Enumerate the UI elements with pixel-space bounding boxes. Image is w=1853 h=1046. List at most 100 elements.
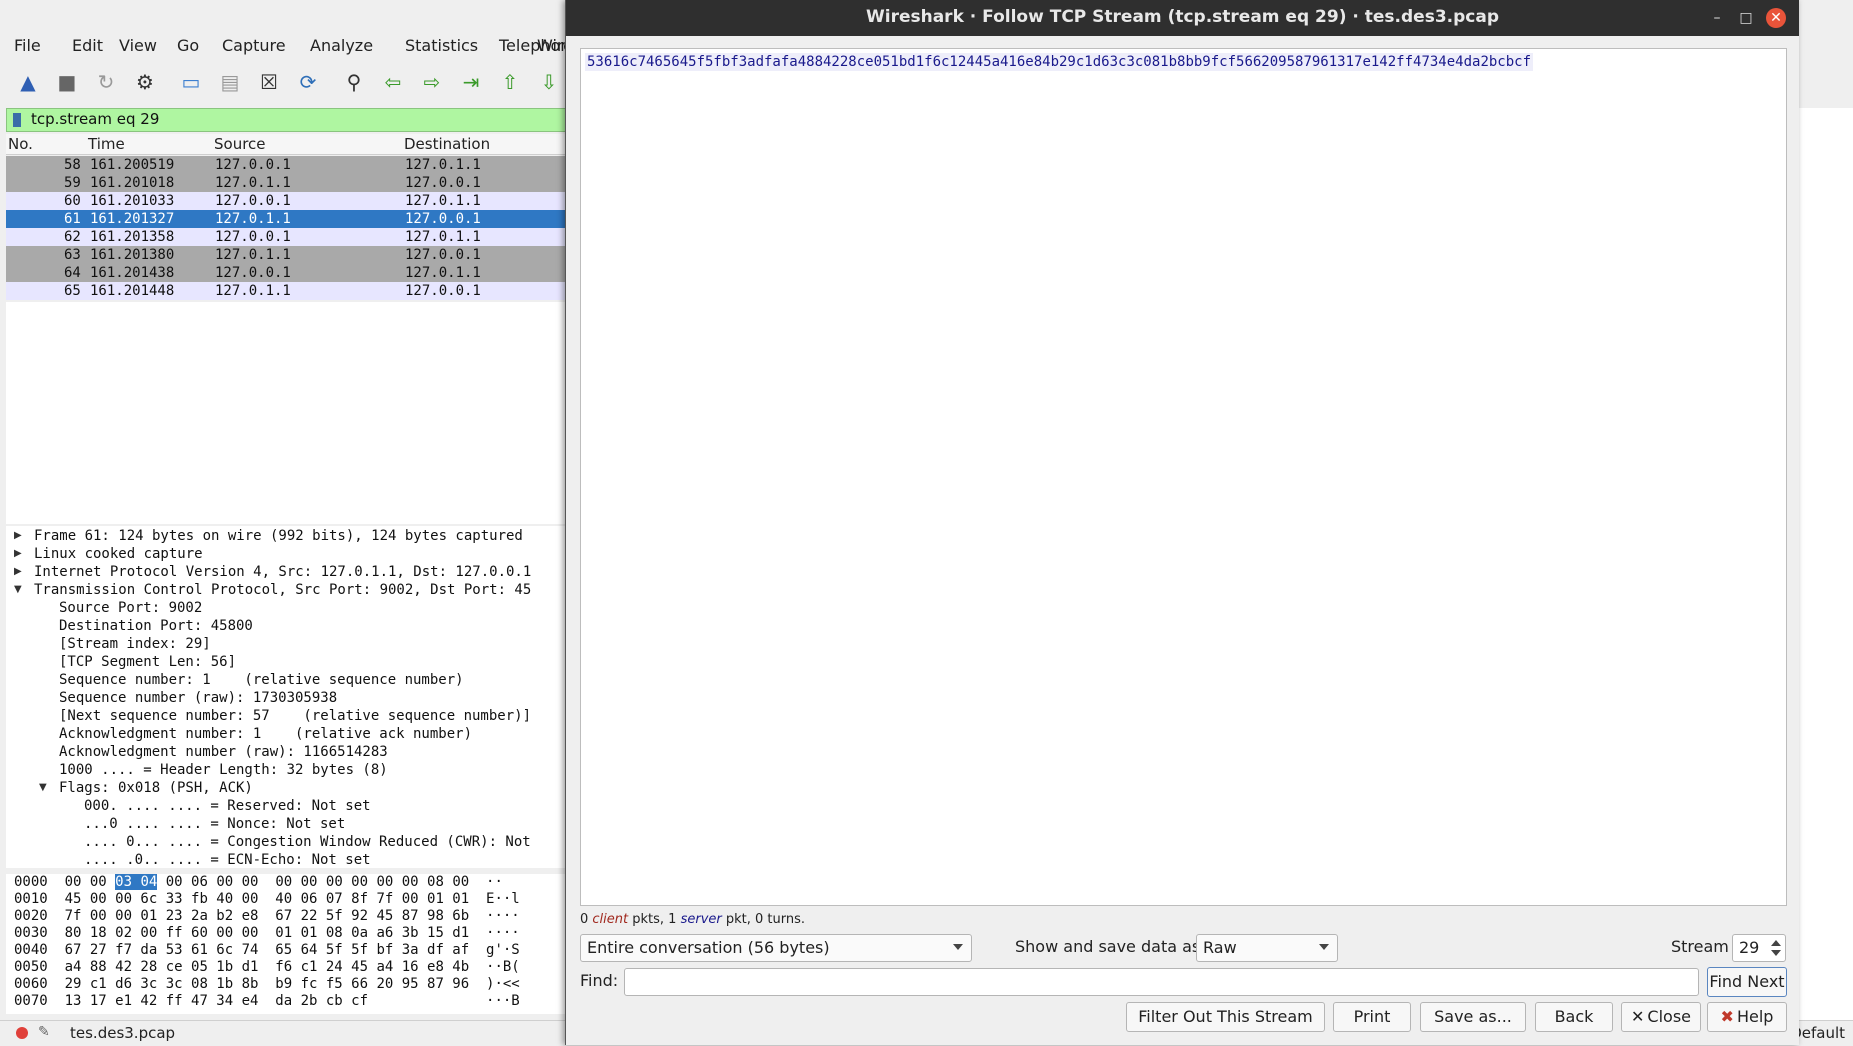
packet-row[interactable]: 63 161.201380 127.0.1.1 127.0.0.1 [6, 246, 576, 264]
edit-comment-icon[interactable]: ✎ [38, 1024, 50, 1040]
go-back-arrow-icon[interactable]: ⇦ [379, 68, 407, 96]
expand-arrow-icon[interactable]: ▶ [14, 530, 22, 541]
find-next-button[interactable]: Find Next [1707, 967, 1787, 997]
packet-row[interactable]: 64 161.201438 127.0.0.1 127.0.1.1 [6, 264, 576, 282]
detail-field[interactable]: [Next sequence number: 57 (relative sequ… [59, 708, 531, 726]
main-toolbar: ▲ ■ ↻ ⚙ ▭ ▤ ☒ ⟳ ⚲ ⇦ ⇨ ⇥ ⇧ ⇩ [0, 62, 570, 102]
conversation-select[interactable]: Entire conversation (56 bytes) [580, 934, 972, 962]
spinner-up-icon[interactable] [1771, 940, 1781, 946]
find-input[interactable] [624, 968, 1699, 996]
expert-info-status-icon[interactable] [16, 1027, 28, 1039]
detail-field[interactable]: Source Port: 9002 [59, 600, 202, 618]
bytes-row: 0070 13 17 e1 42 ff 47 34 e4 da 2b cb cf… [14, 993, 520, 1009]
chevron-down-icon [953, 944, 963, 950]
close-x-icon: ✕ [1631, 1007, 1645, 1026]
menu-capture[interactable]: Capture [222, 36, 286, 55]
display-filter-bar[interactable]: tcp.stream eq 29 [6, 108, 568, 132]
stream-number-spinner[interactable]: 29 [1732, 934, 1786, 962]
bytes-row: 0000 00 00 03 04 00 06 00 00 00 00 00 00… [14, 874, 503, 890]
find-label: Find: [580, 971, 619, 990]
save-file-icon[interactable]: ▤ [216, 68, 244, 96]
detail-tcp[interactable]: Transmission Control Protocol, Src Port:… [34, 582, 531, 600]
stream-content-area[interactable]: 53616c7465645f5fbf3adfafa4884228ce051bd1… [580, 48, 1787, 906]
packet-list-empty-area [6, 302, 576, 524]
dialog-title-bar[interactable]: Wireshark · Follow TCP Stream (tcp.strea… [566, 0, 1799, 36]
close-button[interactable]: ✕ Close [1621, 1002, 1701, 1032]
detail-flag[interactable]: .... 0... .... = Congestion Window Reduc… [84, 834, 531, 852]
detail-field[interactable]: [Stream index: 29] [59, 636, 211, 654]
detail-flags[interactable]: Flags: 0x018 (PSH, ACK) [59, 780, 253, 798]
expand-arrow-icon[interactable]: ▶ [14, 548, 22, 559]
shark-fin-start-icon[interactable]: ▲ [14, 68, 42, 96]
bytes-row: 0020 7f 00 00 01 23 2a b2 e8 67 22 5f 92… [14, 908, 520, 924]
capture-options-gear-icon[interactable]: ⚙ [131, 68, 159, 96]
detail-field[interactable]: [TCP Segment Len: 56] [59, 654, 236, 672]
bytes-row: 0040 67 27 f7 da 53 61 6c 74 65 64 5f 5f… [14, 942, 520, 958]
detail-flag[interactable]: 000. .... .... = Reserved: Not set [84, 798, 371, 816]
stream-payload-text[interactable]: 53616c7465645f5fbf3adfafa4884228ce051bd1… [585, 53, 1534, 71]
column-source[interactable]: Source [214, 135, 266, 153]
maximize-icon[interactable]: □ [1736, 8, 1756, 28]
packet-bytes-pane: 0000 00 00 03 04 00 06 00 00 00 00 00 00… [6, 874, 576, 1014]
packet-row[interactable]: 59 161.201018 127.0.1.1 127.0.0.1 [6, 174, 576, 192]
data-format-select[interactable]: Raw [1196, 934, 1338, 962]
collapse-arrow-icon[interactable]: ▼ [14, 584, 22, 595]
bookmark-icon[interactable] [13, 113, 21, 127]
bytes-row: 0010 45 00 00 6c 33 fb 40 00 40 06 07 8f… [14, 891, 520, 907]
follow-tcp-stream-dialog: Wireshark · Follow TCP Stream (tcp.strea… [565, 0, 1799, 1045]
go-forward-arrow-icon[interactable]: ⇨ [418, 68, 446, 96]
minimize-icon[interactable]: – [1707, 8, 1727, 28]
packet-row[interactable]: 60 161.201033 127.0.0.1 127.0.1.1 [6, 192, 576, 210]
column-no[interactable]: No. [8, 135, 33, 153]
collapse-arrow-icon[interactable]: ▼ [39, 782, 47, 793]
column-destination[interactable]: Destination [404, 135, 490, 153]
close-file-icon[interactable]: ☒ [255, 68, 283, 96]
detail-field[interactable]: Acknowledgment number: 1 (relative ack n… [59, 726, 472, 744]
detail-field[interactable]: Sequence number (raw): 1730305938 [59, 690, 337, 708]
expand-arrow-icon[interactable]: ▶ [14, 566, 22, 577]
packet-row-selected[interactable]: 61 161.201327 127.0.1.1 127.0.0.1 [6, 210, 576, 228]
print-button[interactable]: Print [1333, 1002, 1411, 1032]
detail-field[interactable]: Acknowledgment number (raw): 1166514283 [59, 744, 388, 762]
back-button[interactable]: Back [1535, 1002, 1613, 1032]
display-filter-input[interactable]: tcp.stream eq 29 [31, 110, 159, 128]
last-packet-icon[interactable]: ⇩ [535, 68, 563, 96]
detail-ipv4[interactable]: Internet Protocol Version 4, Src: 127.0.… [34, 564, 531, 582]
menu-statistics[interactable]: Statistics [405, 36, 478, 55]
detail-linux-cooked[interactable]: Linux cooked capture [34, 546, 203, 564]
packet-summary: 0 client pkts, 1 server pkt, 0 turns. [580, 912, 806, 927]
main-right-pane-edge [1798, 108, 1853, 1020]
menu-file[interactable]: File [14, 36, 41, 55]
menu-go[interactable]: Go [177, 36, 199, 55]
detail-field[interactable]: Sequence number: 1 (relative sequence nu… [59, 672, 464, 690]
go-to-packet-icon[interactable]: ⇥ [457, 68, 485, 96]
packet-row[interactable]: 62 161.201358 127.0.0.1 127.0.1.1 [6, 228, 576, 246]
menu-edit[interactable]: Edit [72, 36, 103, 55]
reload-icon[interactable]: ⟳ [294, 68, 322, 96]
find-packet-magnifier-icon[interactable]: ⚲ [340, 68, 368, 96]
restart-capture-icon[interactable]: ↻ [92, 68, 120, 96]
detail-frame[interactable]: Frame 61: 124 bytes on wire (992 bits), … [34, 528, 523, 546]
menu-view[interactable]: View [119, 36, 157, 55]
menu-analyze[interactable]: Analyze [310, 36, 373, 55]
stop-capture-icon[interactable]: ■ [53, 68, 81, 96]
detail-field[interactable]: 1000 .... = Header Length: 32 bytes (8) [59, 762, 388, 780]
first-packet-icon[interactable]: ⇧ [496, 68, 524, 96]
help-button[interactable]: ✖ Help [1707, 1002, 1787, 1032]
packet-row[interactable]: 65 161.201448 127.0.1.1 127.0.0.1 [6, 282, 576, 300]
packet-list-header: No. Time Source Destination [6, 134, 576, 155]
show-data-label: Show and save data as [1015, 937, 1201, 956]
stream-label: Stream [1671, 937, 1729, 956]
packet-row[interactable]: 58 161.200519 127.0.0.1 127.0.1.1 [6, 156, 576, 174]
spinner-down-icon[interactable] [1771, 950, 1781, 956]
packet-details-tree: ▶ Frame 61: 124 bytes on wire (992 bits)… [6, 526, 576, 868]
open-folder-icon[interactable]: ▭ [177, 68, 205, 96]
close-window-icon[interactable]: ✕ [1766, 8, 1786, 28]
detail-flag[interactable]: ...0 .... .... = Nonce: Not set [84, 816, 345, 834]
detail-field[interactable]: Destination Port: 45800 [59, 618, 253, 636]
detail-flag[interactable]: .... .0.. .... = ECN-Echo: Not set [84, 852, 371, 868]
save-as-button[interactable]: Save as... [1420, 1002, 1526, 1032]
column-time[interactable]: Time [88, 135, 125, 153]
status-filename: tes.des3.pcap [70, 1024, 176, 1042]
filter-out-stream-button[interactable]: Filter Out This Stream [1126, 1002, 1325, 1032]
